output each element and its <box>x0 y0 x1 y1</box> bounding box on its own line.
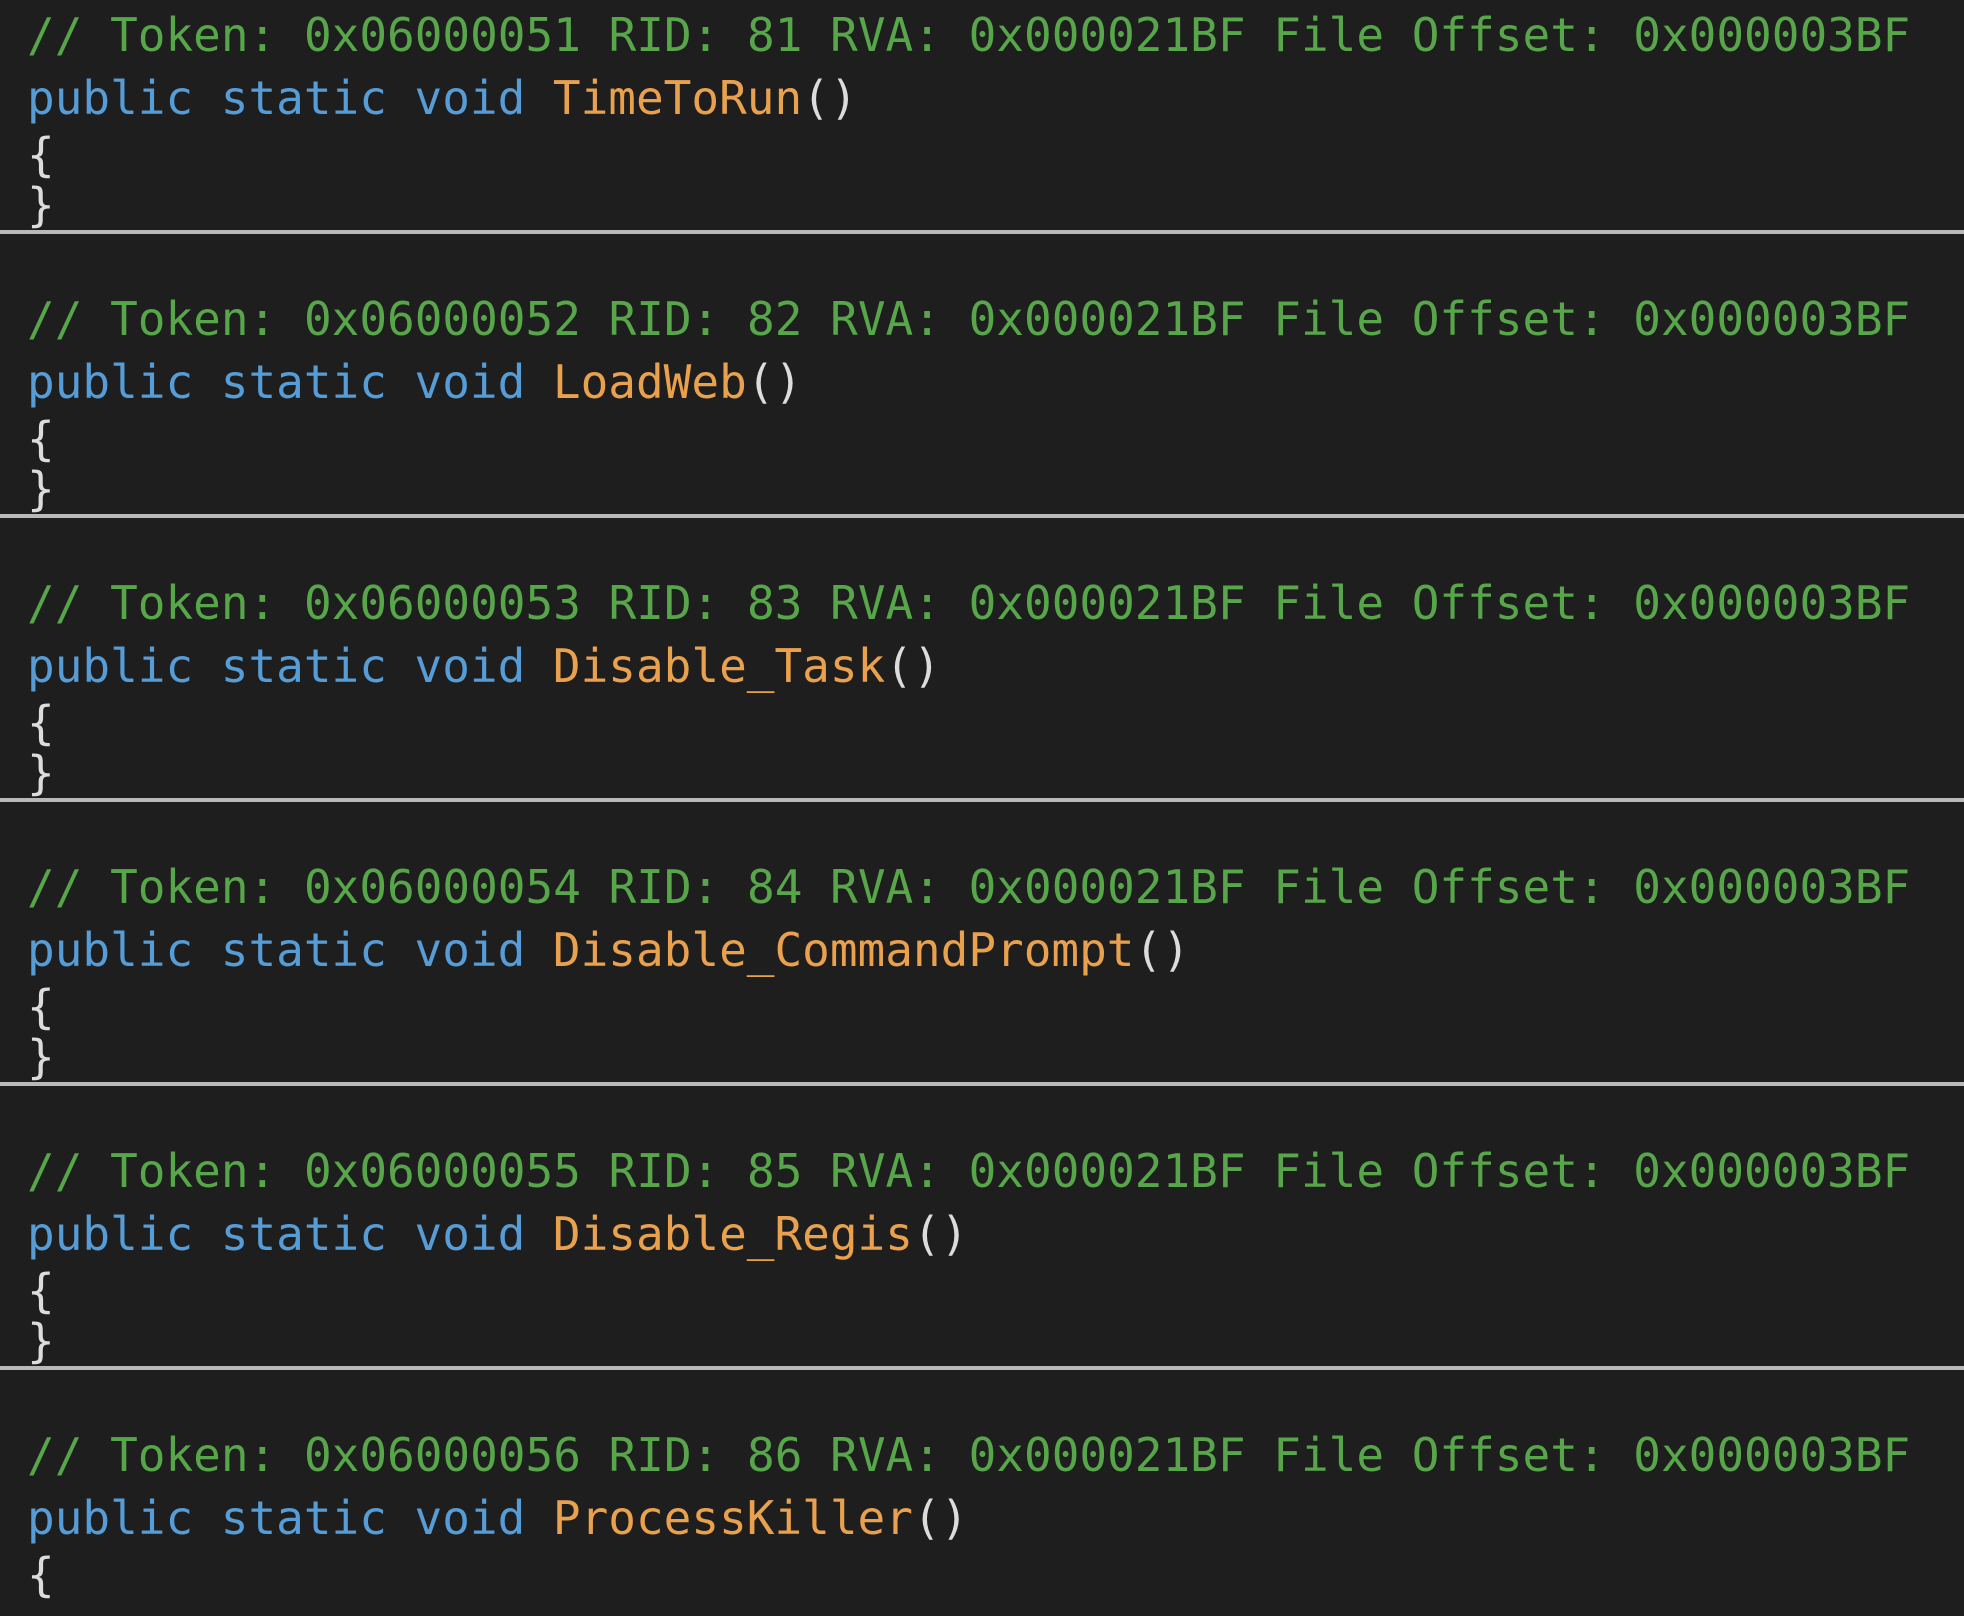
method-separator <box>0 514 1964 518</box>
keyword-public: public <box>27 639 194 693</box>
keyword-public: public <box>27 71 194 125</box>
keyword-static: static <box>220 923 387 977</box>
open-brace: { <box>27 1548 55 1602</box>
keyword-static: static <box>220 355 387 409</box>
keyword-static: static <box>220 639 387 693</box>
method-signature: public static void Disable_CommandPrompt() <box>27 927 1190 973</box>
keyword-void: void <box>414 71 526 125</box>
keyword-void: void <box>414 1491 526 1545</box>
parentheses: () <box>746 355 803 409</box>
close-brace: } <box>27 178 55 232</box>
code-editor[interactable]: // Token: 0x06000051 RID: 81 RVA: 0x0000… <box>0 0 1964 1616</box>
token-comment: // Token: 0x06000051 RID: 81 RVA: 0x0000… <box>27 8 1911 62</box>
keyword-static: static <box>220 71 387 125</box>
method-separator <box>0 798 1964 802</box>
method-block: // Token: 0x06000054 RID: 84 RVA: 0x0000… <box>0 852 1964 1136</box>
token-comment: // Token: 0x06000052 RID: 82 RVA: 0x0000… <box>27 292 1911 346</box>
keyword-public: public <box>27 923 194 977</box>
parentheses: () <box>912 1491 969 1545</box>
keyword-static: static <box>220 1207 387 1261</box>
method-name[interactable]: TimeToRun <box>553 71 802 125</box>
parentheses: () <box>1134 923 1190 977</box>
keyword-public: public <box>27 1207 194 1261</box>
method-signature: public static void Disable_Task() <box>27 643 941 689</box>
method-block: // Token: 0x06000051 RID: 81 RVA: 0x0000… <box>0 0 1964 284</box>
close-brace: } <box>27 462 55 516</box>
keyword-void: void <box>414 923 526 977</box>
parentheses: () <box>885 639 941 693</box>
parentheses: () <box>802 71 858 125</box>
method-separator <box>0 1082 1964 1086</box>
method-signature: public static void ProcessKiller() <box>27 1495 968 1541</box>
close-brace: } <box>27 1030 55 1084</box>
method-name[interactable]: ProcessKiller <box>553 1491 913 1545</box>
close-brace: } <box>27 746 55 800</box>
open-brace: { <box>27 696 55 750</box>
method-separator <box>0 230 1964 234</box>
keyword-void: void <box>414 1207 526 1261</box>
close-brace: } <box>27 1314 55 1368</box>
method-name[interactable]: LoadWeb <box>553 355 747 409</box>
method-signature: public static void LoadWeb() <box>27 359 802 405</box>
keyword-void: void <box>414 639 526 693</box>
keyword-public: public <box>27 1491 194 1545</box>
method-name[interactable]: Disable_CommandPrompt <box>553 923 1135 977</box>
method-block: // Token: 0x06000056 RID: 86 RVA: 0x0000… <box>0 1420 1964 1616</box>
open-brace: { <box>27 412 55 466</box>
token-comment: // Token: 0x06000056 RID: 86 RVA: 0x0000… <box>27 1428 1911 1482</box>
method-block: // Token: 0x06000055 RID: 85 RVA: 0x0000… <box>0 1136 1964 1420</box>
method-signature: public static void TimeToRun() <box>27 75 858 121</box>
keyword-static: static <box>220 1491 387 1545</box>
token-comment: // Token: 0x06000054 RID: 84 RVA: 0x0000… <box>27 860 1911 914</box>
token-comment: // Token: 0x06000053 RID: 83 RVA: 0x0000… <box>27 576 1911 630</box>
keyword-public: public <box>27 355 194 409</box>
method-name[interactable]: Disable_Task <box>553 639 885 693</box>
open-brace: { <box>27 128 55 182</box>
keyword-void: void <box>414 355 526 409</box>
method-signature: public static void Disable_Regis() <box>27 1211 968 1257</box>
open-brace: { <box>27 980 55 1034</box>
method-block: // Token: 0x06000052 RID: 82 RVA: 0x0000… <box>0 284 1964 568</box>
method-name[interactable]: Disable_Regis <box>553 1207 913 1261</box>
parentheses: () <box>912 1207 969 1261</box>
method-separator <box>0 1366 1964 1370</box>
token-comment: // Token: 0x06000055 RID: 85 RVA: 0x0000… <box>27 1144 1911 1198</box>
open-brace: { <box>27 1264 55 1318</box>
method-block: // Token: 0x06000053 RID: 83 RVA: 0x0000… <box>0 568 1964 852</box>
